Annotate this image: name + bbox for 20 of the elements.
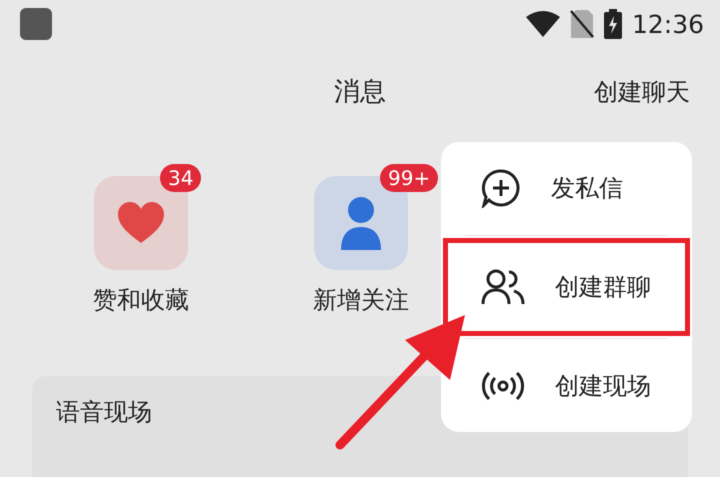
page-title: 消息	[334, 76, 386, 108]
menu-item[interactable]: 创建群聊	[443, 238, 690, 336]
chat-plus-icon	[481, 168, 521, 208]
menu-item[interactable]: 创建现场	[443, 341, 690, 430]
section-title: 语音现场	[56, 398, 152, 426]
wifi-icon	[526, 11, 560, 37]
app-icon	[20, 8, 52, 40]
count-badge: 34	[160, 164, 202, 192]
create-chat-link[interactable]: 创建聊天	[594, 76, 690, 108]
count-badge: 99+	[380, 164, 438, 192]
no-sim-icon	[570, 9, 594, 39]
shortcut-label: 新增关注	[313, 285, 409, 316]
people-icon	[481, 268, 525, 306]
status-time: 12:36	[632, 10, 704, 38]
person-icon	[339, 196, 383, 250]
heart-icon	[116, 201, 166, 245]
battery-icon	[604, 9, 622, 39]
shortcut-label: 赞和收藏	[93, 285, 189, 316]
menu-item[interactable]: 发私信	[443, 144, 690, 233]
broadcast-icon	[481, 370, 525, 401]
